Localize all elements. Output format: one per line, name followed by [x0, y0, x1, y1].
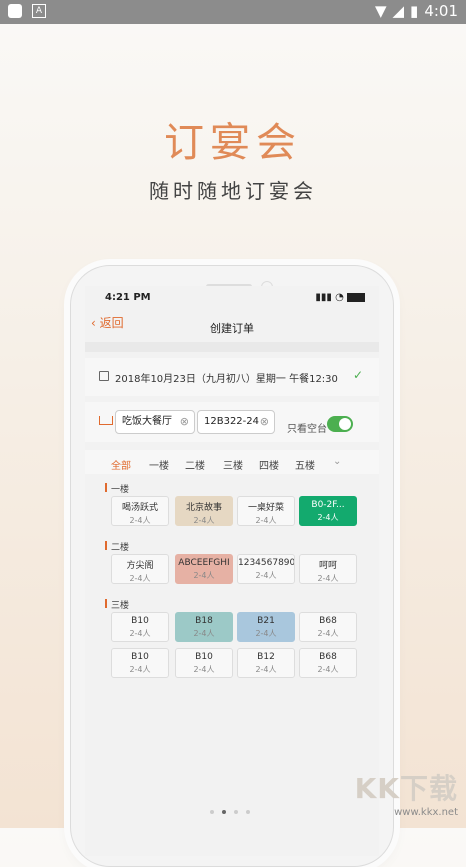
subline: 随时随地订宴会 [149, 179, 317, 203]
table-card[interactable]: B12 2-4人 [237, 648, 295, 678]
table-card[interactable]: ABCEEFGHI 2-4人 [175, 554, 233, 584]
tab-floor-5[interactable]: 五楼 [295, 457, 315, 472]
table-card[interactable]: B21 2-4人 [237, 612, 295, 642]
table-card[interactable]: 喝汤跃式 2-4人 [111, 496, 169, 526]
code-select[interactable]: 12B322-24 ⊗ [197, 410, 275, 434]
floor-tabs: 全部 一楼 二楼 三楼 四楼 五楼 ⌄ [85, 450, 379, 474]
divider [85, 342, 379, 352]
tab-floor-4[interactable]: 四楼 [259, 457, 279, 472]
clear-icon[interactable]: ⊗ [180, 411, 189, 433]
chevron-down-icon[interactable]: ⌄ [333, 456, 341, 467]
page-dot[interactable] [246, 810, 250, 814]
table-card[interactable]: 北京故事 2-4人 [175, 496, 233, 526]
table-card[interactable]: 一桌好菜 2-4人 [237, 496, 295, 526]
page-indicator [210, 810, 250, 814]
tab-floor-1[interactable]: 一楼 [149, 457, 169, 472]
table-card[interactable]: 方尖阁 2-4人 [111, 554, 169, 584]
phone-mockup: 4:21 PM ▮▮▮ ◔ ‹ 返回 创建订单 2018年10月23日（九月初八… [70, 265, 394, 867]
table-card[interactable]: B18 2-4人 [175, 612, 233, 642]
page-dot[interactable] [234, 810, 238, 814]
watermark: KK下载 www.kkx.net [355, 767, 458, 818]
code-select-label: 12B322-24 [204, 416, 260, 427]
page-dot[interactable] [210, 810, 214, 814]
clear-icon[interactable]: ⊗ [260, 411, 269, 433]
phone-battery-icon [347, 292, 365, 302]
room-select-label: 吃饭大餐厅 [122, 416, 172, 427]
toggle-knob [339, 418, 351, 430]
table-card[interactable]: B68 2-4人 [299, 612, 357, 642]
android-status-bar: A ▼ ◢ ▮ 4:01 [0, 0, 466, 24]
app-notification-icon: A [32, 4, 46, 18]
check-icon: ✓ [352, 368, 363, 382]
status-time: 4:01 [424, 2, 458, 20]
room-select[interactable]: 吃饭大餐厅 ⊗ [115, 410, 195, 434]
tab-floor-2[interactable]: 二楼 [185, 457, 205, 472]
floor-label: 二楼 [104, 540, 129, 553]
date-row[interactable]: 2018年10月23日（九月初八）星期一 午餐12:30 ✓ [85, 358, 379, 396]
tab-all[interactable]: 全部 [111, 457, 131, 472]
table-card[interactable]: B10 2-4人 [175, 648, 233, 678]
table-card[interactable]: B68 2-4人 [299, 648, 357, 678]
free-only-toggle[interactable] [327, 416, 353, 432]
page-title: 创建订单 [210, 322, 254, 335]
wifi-icon: ▼ [374, 2, 387, 20]
table-card[interactable]: B10 2-4人 [111, 612, 169, 642]
page-dot-active[interactable] [222, 810, 226, 814]
tab-floor-3[interactable]: 三楼 [223, 457, 243, 472]
phone-status-time: 4:21 PM [105, 292, 151, 303]
table-card[interactable]: B10 2-4人 [111, 648, 169, 678]
battery-icon: ▮ [410, 2, 419, 20]
calendar-icon [99, 371, 109, 381]
free-only-label: 只看空台 [287, 424, 327, 435]
watermark-url: www.kkx.net [394, 807, 458, 818]
table-card[interactable]: 1234567890 2-4人 [237, 554, 295, 584]
table-card[interactable]: B0-2F... 2-4人 [299, 496, 357, 526]
floor-label: 一楼 [104, 482, 129, 495]
signal-icon: ◢ [392, 2, 405, 20]
headline: 订宴会 [164, 120, 302, 166]
selector-row: 吃饭大餐厅 ⊗ 12B322-24 ⊗ 只看空台 [85, 402, 379, 442]
sofa-icon [99, 416, 113, 425]
floor-label: 三楼 [104, 598, 129, 611]
notification-icon [8, 4, 22, 18]
watermark-logo: KK下载 [354, 772, 458, 805]
table-card[interactable]: 呵呵 2-4人 [299, 554, 357, 584]
date-text: 2018年10月23日（九月初八）星期一 午餐12:30 [115, 374, 338, 385]
phone-screen: 4:21 PM ▮▮▮ ◔ ‹ 返回 创建订单 2018年10月23日（九月初八… [85, 286, 379, 856]
phone-status-icons: ▮▮▮ ◔ [315, 292, 365, 303]
